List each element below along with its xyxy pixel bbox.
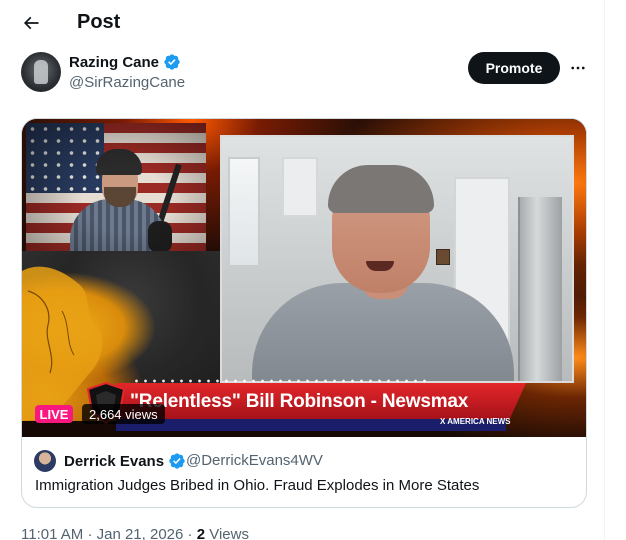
- author-name-row[interactable]: Razing Cane: [69, 53, 181, 71]
- banner-text: "Relentless" Bill Robinson - Newsmax: [130, 391, 469, 412]
- post-views-label: Views: [209, 526, 249, 540]
- meta-separator: ·: [87, 526, 93, 540]
- room-fridge: [518, 197, 562, 381]
- webcam-vignette: [26, 123, 206, 251]
- quoted-author-handle[interactable]: @DerrickEvans4WV: [186, 452, 323, 469]
- back-button[interactable]: [14, 6, 48, 40]
- author-avatar[interactable]: [21, 52, 61, 92]
- meta-separator: ·: [187, 526, 193, 540]
- post-time[interactable]: 11:01 AM: [21, 526, 83, 540]
- views-badge: 2,664 views: [82, 404, 165, 424]
- video-player[interactable]: "Relentless" Bill Robinson - Newsmax X A…: [22, 119, 586, 437]
- promote-button[interactable]: Promote: [468, 52, 560, 84]
- embedded-post-card[interactable]: "Relentless" Bill Robinson - Newsmax X A…: [21, 118, 587, 508]
- network-tag: X AMERICA NEWS: [440, 417, 511, 426]
- post-date[interactable]: Jan 21, 2026: [97, 526, 184, 540]
- author-handle[interactable]: @SirRazingCane: [69, 74, 185, 91]
- post-views-count: 2: [196, 526, 206, 540]
- streamer-webcam: [26, 123, 206, 251]
- page-title: Post: [77, 11, 121, 33]
- quoted-author-avatar[interactable]: [34, 450, 56, 472]
- column-border: [604, 0, 605, 540]
- room-cabinet: [282, 157, 318, 217]
- quoted-post-text[interactable]: Immigration Judges Bribed in Ohio. Fraud…: [35, 477, 479, 494]
- banner-stars: [132, 377, 432, 385]
- room-picture-frame: [436, 249, 450, 265]
- post-meta: 11:01 AM · Jan 21, 2026 · 2 Views: [21, 526, 249, 540]
- verified-badge-icon: [169, 453, 185, 469]
- guest-hair: [328, 165, 434, 213]
- arrow-left-icon: [23, 16, 39, 30]
- room-window: [228, 157, 260, 267]
- author-display-name[interactable]: Razing Cane: [69, 54, 159, 71]
- ellipsis-icon: [571, 66, 585, 70]
- more-options-button[interactable]: [566, 56, 590, 80]
- post-header: Post: [0, 0, 604, 46]
- avatar-figure: [34, 60, 48, 84]
- verified-badge-icon: [164, 54, 180, 70]
- live-badge: LIVE: [35, 405, 73, 423]
- guest-video: [220, 135, 574, 383]
- quoted-author-name[interactable]: Derrick Evans: [64, 453, 164, 470]
- quoted-author-name-row[interactable]: Derrick Evans: [64, 452, 186, 470]
